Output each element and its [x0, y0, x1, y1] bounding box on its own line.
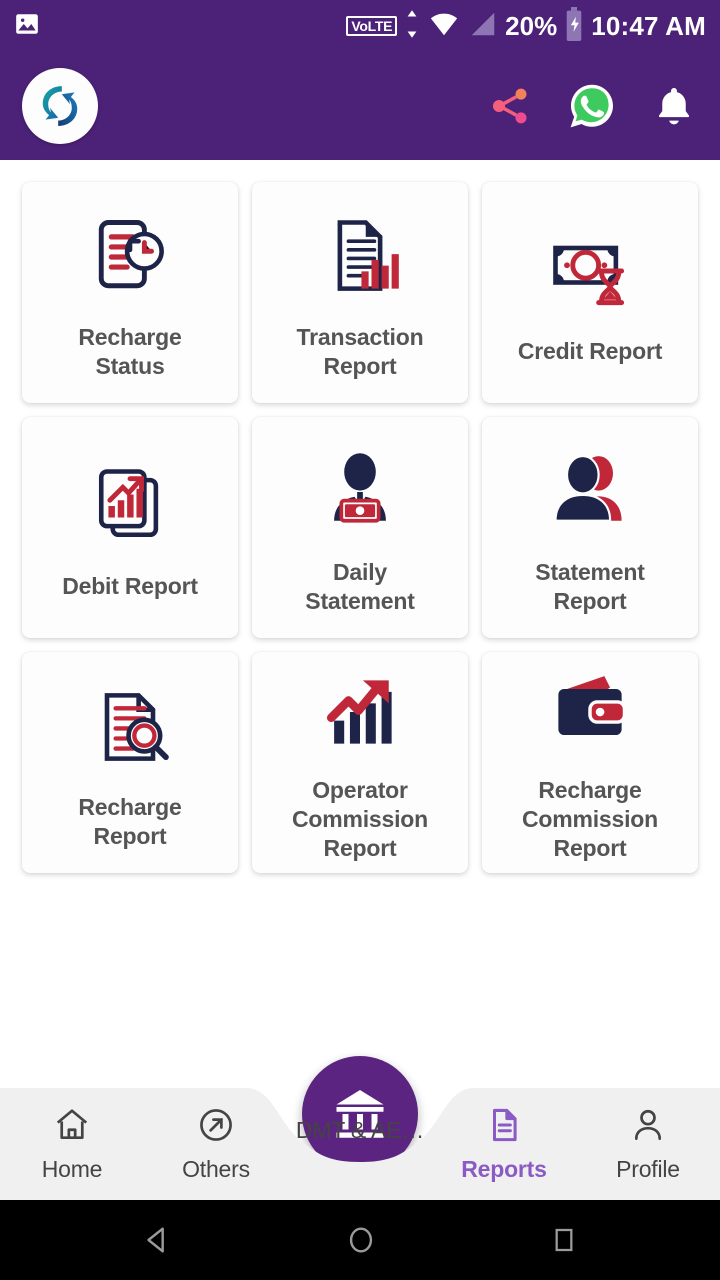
recharge-commission-icon: [544, 662, 636, 762]
data-transfer-icon: [404, 9, 420, 44]
transaction-report-icon: [314, 205, 406, 309]
daily-statement-icon: [314, 440, 406, 544]
credit-report-icon: [544, 219, 636, 323]
app-bar-actions: [486, 82, 698, 130]
recharge-status-icon: [84, 205, 176, 309]
nav-label: Profile: [616, 1155, 680, 1182]
nav-item-profile[interactable]: Profile: [576, 1088, 720, 1200]
document-icon: [485, 1106, 523, 1149]
back-triangle-icon[interactable]: [140, 1223, 174, 1257]
card-label: Credit Report: [517, 338, 663, 364]
card-daily-statement[interactable]: Daily Statement: [252, 417, 468, 638]
arrow-circle-icon: [197, 1106, 235, 1149]
recharge-report-icon: [84, 675, 176, 779]
nav-label: Reports: [461, 1155, 547, 1182]
card-debit-report[interactable]: Debit Report: [22, 417, 238, 638]
card-label: Daily Statement: [305, 558, 415, 614]
card-credit-report[interactable]: Credit Report: [482, 182, 698, 403]
operator-commission-icon: [314, 662, 406, 762]
card-statement-report[interactable]: Statement Report: [482, 417, 698, 638]
status-bar-right: VoLTE 20% 10:47 AM: [346, 6, 706, 46]
card-label: Recharge Status: [78, 323, 182, 379]
card-label: Recharge Report: [78, 793, 182, 849]
android-navigation-bar: [0, 1200, 720, 1280]
card-recharge-report[interactable]: Recharge Report: [22, 652, 238, 873]
card-operator-commission-report[interactable]: Operator Commission Report: [252, 652, 468, 873]
card-label: Statement Report: [535, 558, 645, 614]
statement-report-icon: [544, 440, 636, 544]
card-transaction-report[interactable]: Transaction Report: [252, 182, 468, 403]
phone-screen: VoLTE 20% 10:47 AM Recharge Status Trans…: [0, 0, 720, 1280]
nav-label: Home: [41, 1155, 103, 1182]
debit-report-icon: [84, 454, 176, 558]
reports-grid: Recharge Status Transaction Report Credi…: [0, 160, 720, 873]
nav-item-home[interactable]: Home: [0, 1088, 144, 1200]
home-circle-icon[interactable]: [344, 1223, 378, 1257]
nav-label: Others: [182, 1155, 250, 1182]
card-label: Debit Report: [62, 573, 198, 599]
image-icon: [14, 11, 40, 42]
app-bar: [0, 52, 720, 160]
share-icon[interactable]: [486, 82, 534, 130]
card-label: Recharge Commission Report: [521, 777, 659, 861]
battery-percent: 20%: [505, 10, 558, 41]
app-logo-icon[interactable]: [22, 68, 98, 144]
card-label: Operator Commission Report: [291, 777, 429, 861]
nav-item-reports[interactable]: Reports: [432, 1088, 576, 1200]
person-icon: [629, 1106, 667, 1149]
card-recharge-status[interactable]: Recharge Status: [22, 182, 238, 403]
status-bar-left: [14, 11, 40, 42]
card-recharge-commission-report[interactable]: Recharge Commission Report: [482, 652, 698, 873]
card-label: Transaction Report: [296, 323, 424, 379]
whatsapp-icon[interactable]: [568, 82, 616, 130]
cellular-signal-icon: [468, 9, 498, 44]
status-bar-time: 10:47 AM: [591, 10, 706, 41]
bell-icon[interactable]: [650, 82, 698, 130]
recents-square-icon[interactable]: [548, 1224, 580, 1256]
home-icon: [53, 1106, 91, 1149]
nav-item-others[interactable]: Others: [144, 1088, 288, 1200]
nav-label-dmt-aeps[interactable]: DMT & AE…: [288, 1074, 432, 1186]
battery-charging-icon: [564, 6, 584, 46]
status-bar: VoLTE 20% 10:47 AM: [0, 0, 720, 52]
bottom-navigation-bar: Home Others DMT & AE…: [0, 1088, 720, 1200]
volte-label: VoLTE: [346, 16, 398, 36]
wifi-icon: [427, 9, 461, 44]
